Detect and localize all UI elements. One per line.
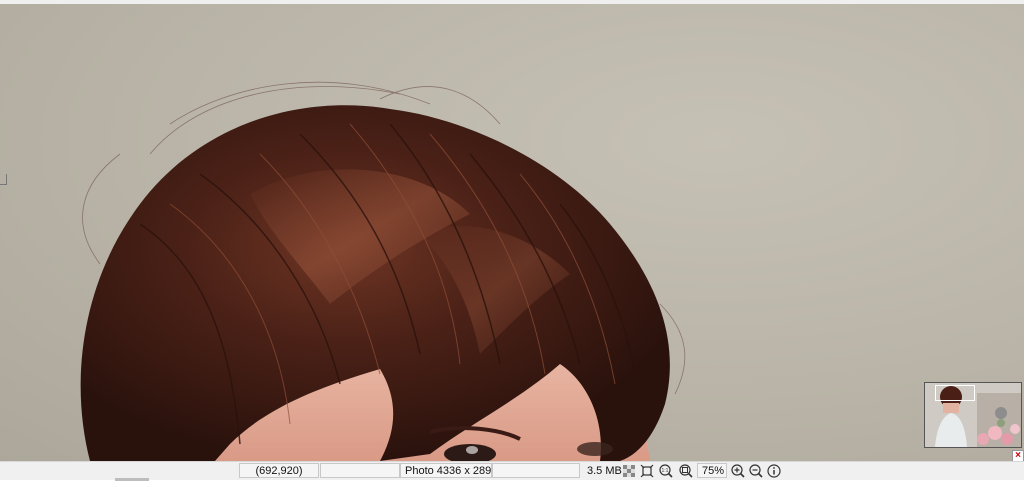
transparency-icon[interactable]	[622, 464, 636, 478]
navigator-panel[interactable]	[924, 382, 1022, 448]
zoom-out-icon[interactable]	[749, 464, 763, 478]
status-field-empty-2	[492, 463, 580, 478]
zoom-level[interactable]: 75%	[697, 463, 727, 478]
cursor-coordinates: (692,920)	[239, 463, 319, 478]
file-size: 3.5 MB	[587, 465, 622, 477]
status-bar: (692,920) Photo 4336 x 2891 3.5 MB 1:1 7…	[0, 461, 1024, 481]
image-dimensions: Photo 4336 x 2891	[400, 463, 492, 478]
photo-image	[80, 81, 686, 461]
zoom-in-icon[interactable]	[731, 464, 745, 478]
svg-text:1:1: 1:1	[662, 468, 669, 474]
image-canvas[interactable]	[0, 4, 1024, 461]
scroll-edge-marker	[0, 174, 7, 185]
actual-size-icon[interactable]: 1:1	[659, 464, 673, 478]
fit-window-icon[interactable]	[640, 464, 654, 478]
zoom-fit-icon[interactable]	[679, 464, 693, 478]
status-field-empty	[320, 463, 400, 478]
info-icon[interactable]	[767, 464, 781, 478]
navigator-viewport-box[interactable]	[935, 385, 975, 401]
